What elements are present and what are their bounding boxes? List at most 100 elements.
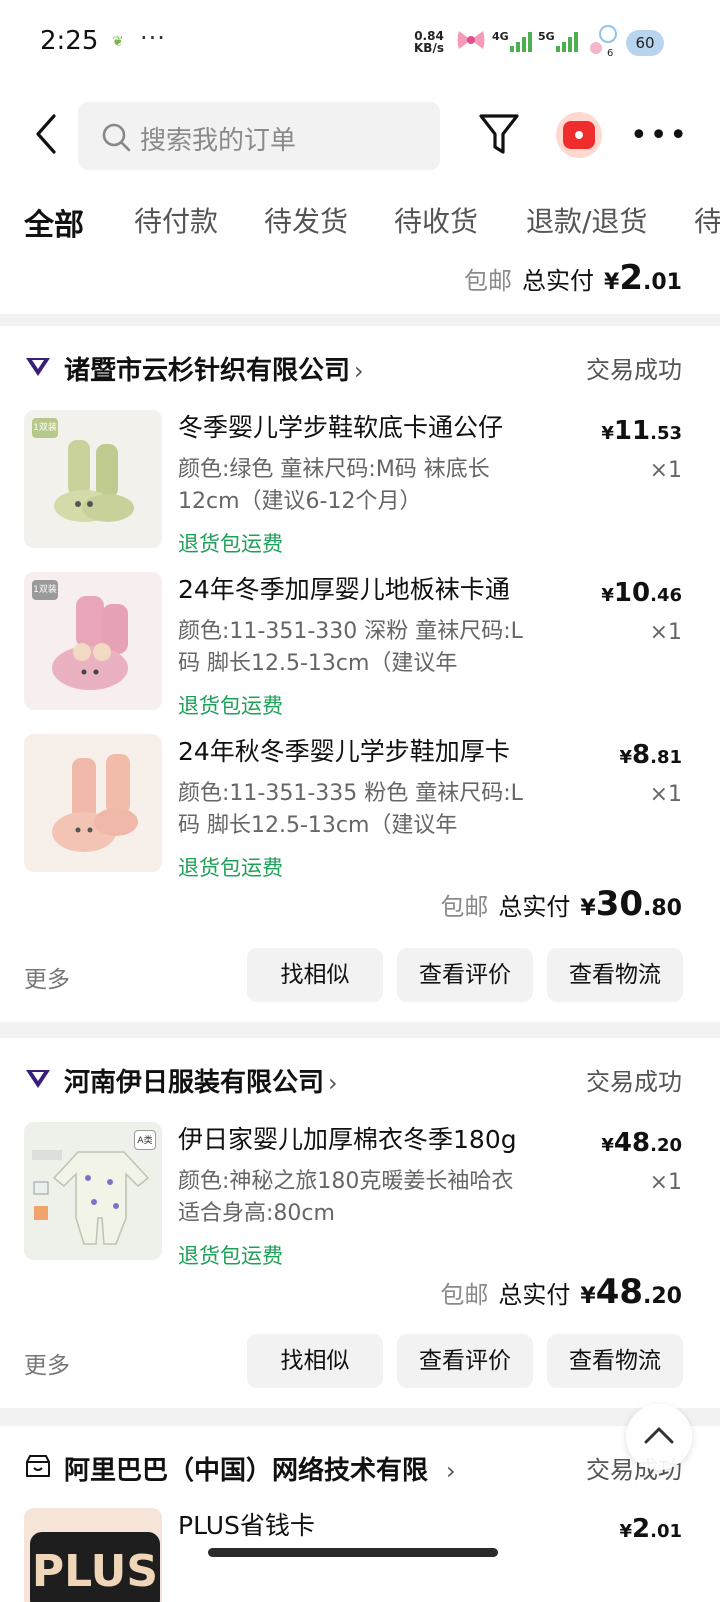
product-image: PLUS (24, 1508, 162, 1602)
notification-icon: 6 (590, 25, 617, 58)
order-tabs: 全部 待付款 待发货 待收货 退款/退货 待 (0, 184, 720, 254)
view-review-button[interactable]: 查看评价 (397, 948, 533, 1002)
order-card-previous: 包邮 总实付 ¥2.01 (0, 254, 720, 314)
more-icon[interactable]: ••• (630, 118, 689, 153)
order-item[interactable]: A类 伊日家婴儿加厚棉衣冬季180g 颜色:神秘之旅180克暖姜长袖哈衣 适合身… (24, 1122, 682, 1274)
product-spec: 颜色:神秘之旅180克暖姜长袖哈衣 适合身高:80cm (178, 1169, 514, 1226)
chevron-right-icon: › (446, 1457, 456, 1485)
product-spec: 颜色:绿色 童袜尺码:M码 袜底长12cm（建议6-12个月） (178, 457, 490, 514)
svg-text:4G: 4G (492, 30, 509, 43)
pack-tag: 1双装 (32, 580, 58, 600)
shipping-label: 包邮 (464, 267, 513, 295)
order-card: 阿里巴巴（中国）网络技术有限 › 交易成功 PLUS PLUS省钱卡 ¥2.01 (0, 1426, 720, 1602)
shop-name[interactable]: 诸暨市云杉针织有限公司 › (64, 350, 364, 387)
product-spec: 颜色:11-351-330 深粉 童袜尺码:L码 脚长12.5-13cm（建议年 (178, 619, 523, 676)
view-review-button[interactable]: 查看评价 (397, 1334, 533, 1388)
product-image: 1双装 (24, 410, 162, 548)
find-similar-button[interactable]: 找相似 (247, 948, 383, 1002)
tab-refund[interactable]: 退款/退货 (526, 200, 647, 240)
tab-next[interactable]: 待 (694, 200, 720, 240)
net-speed-unit: KB/s (414, 41, 444, 55)
product-title: 24年秋冬季婴儿学步鞋加厚卡 (178, 737, 510, 766)
more-link[interactable]: 更多 (24, 1346, 70, 1380)
return-shipping-badge: 退货包运费 (178, 694, 283, 718)
order-status: 交易成功 (586, 1068, 682, 1096)
total-amount: ¥48.20 (580, 1272, 682, 1312)
baby-shoe-image (52, 754, 138, 852)
grade-tag: A类 (134, 1130, 156, 1150)
find-similar-button[interactable]: 找相似 (247, 1334, 383, 1388)
more-notifications-icon: ··· (140, 24, 166, 52)
signal-4g-icon: 4G (492, 30, 532, 52)
order-item[interactable]: 1双装 冬季婴儿学步鞋软底卡通公仔 颜色:绿色 童袜尺码:M码 袜底长12cm（… (24, 410, 682, 562)
order-card: 诸暨市云杉针织有限公司 › 交易成功 1双装 冬季婴儿学步鞋软底卡通公仔 颜色:绿… (0, 326, 720, 1022)
product-image (24, 734, 162, 872)
view-logistics-button[interactable]: 查看物流 (547, 948, 683, 1002)
product-image: A类 (24, 1122, 162, 1260)
home-indicator[interactable] (208, 1548, 498, 1557)
product-title: PLUS省钱卡 (178, 1511, 315, 1540)
tab-all[interactable]: 全部 (24, 200, 84, 244)
network-speed: 0.84 KB/s (414, 30, 444, 54)
order-total: 包邮 总实付 ¥2.01 (464, 258, 682, 298)
view-logistics-button[interactable]: 查看物流 (547, 1334, 683, 1388)
order-total: 包邮 总实付 ¥48.20 (440, 1272, 682, 1312)
status-time: 2:25 (40, 26, 99, 56)
item-price: ¥11.53 (601, 416, 682, 446)
pack-tag: 1双装 (32, 418, 58, 438)
store-brand-icon (26, 358, 50, 376)
order-actions: 更多 找相似 查看评价 查看物流 (24, 948, 683, 1002)
plus-card-image: PLUS (30, 1532, 160, 1602)
more-link[interactable]: 更多 (24, 960, 70, 994)
item-quantity: ×1 (649, 1170, 682, 1195)
shop-name[interactable]: 阿里巴巴（中国）网络技术有限 › (64, 1450, 456, 1487)
product-title: 伊日家婴儿加厚棉衣冬季180g (178, 1125, 517, 1154)
filter-icon[interactable] (478, 112, 520, 158)
shop-row[interactable]: 河南伊日服装有限公司 › 交易成功 (24, 1058, 682, 1098)
item-quantity: ×1 (649, 782, 682, 807)
item-price: ¥10.46 (601, 578, 682, 608)
bow-icon (457, 31, 485, 49)
product-image: 1双装 (24, 572, 162, 710)
item-quantity: ×1 (649, 458, 682, 483)
search-icon (102, 123, 131, 152)
tab-pending-receipt[interactable]: 待收货 (394, 200, 478, 240)
store-icon (26, 1455, 50, 1477)
shipping-label: 包邮 (440, 1281, 489, 1309)
chevron-right-icon: › (328, 1069, 338, 1097)
leaf-icon: ❦ (112, 34, 124, 50)
status-bar: 2:25 ❦ ··· 0.84 KB/s 4G 5G 6 60 (0, 0, 720, 88)
shop-row[interactable]: 阿里巴巴（中国）网络技术有限 › 交易成功 (24, 1446, 682, 1486)
product-title: 24年冬季加厚婴儿地板袜卡通 (178, 575, 510, 604)
item-quantity: ×1 (649, 620, 682, 645)
order-status: 交易成功 (586, 356, 682, 384)
order-total: 包邮 总实付 ¥30.80 (440, 884, 682, 924)
tab-pending-payment[interactable]: 待付款 (134, 200, 218, 240)
shop-row[interactable]: 诸暨市云杉针织有限公司 › 交易成功 (24, 346, 682, 386)
search-input[interactable]: 搜索我的订单 (78, 102, 440, 170)
total-label: 总实付 (522, 267, 595, 295)
order-item[interactable]: 1双装 24年冬季加厚婴儿地板袜卡通 颜色:11-351-330 深粉 童袜尺码… (24, 572, 682, 724)
total-label: 总实付 (498, 893, 571, 921)
search-placeholder: 搜索我的订单 (140, 126, 297, 156)
order-item[interactable]: 24年秋冬季婴儿学步鞋加厚卡 颜色:11-351-335 粉色 童袜尺码:L码 … (24, 734, 682, 886)
battery-indicator: 60 (626, 30, 664, 56)
header: 搜索我的订单 ••• (0, 88, 720, 184)
return-shipping-badge: 退货包运费 (178, 532, 283, 556)
signal-5g-icon: 5G (538, 30, 578, 52)
product-title: 冬季婴儿学步鞋软底卡通公仔 (178, 413, 504, 442)
store-brand-icon (26, 1070, 50, 1088)
shop-name[interactable]: 河南伊日服装有限公司 › (64, 1062, 338, 1099)
tab-pending-shipment[interactable]: 待发货 (264, 200, 348, 240)
back-arrow-icon[interactable] (28, 110, 64, 158)
total-amount: ¥2.01 (604, 258, 682, 298)
order-actions: 更多 找相似 查看评价 查看物流 (24, 1334, 683, 1388)
scroll-to-top-button[interactable] (626, 1404, 692, 1470)
shipping-label: 包邮 (440, 893, 489, 921)
return-shipping-badge: 退货包运费 (178, 1244, 283, 1268)
item-price: ¥48.20 (601, 1128, 682, 1158)
red-packet-icon[interactable] (556, 112, 602, 158)
order-card: 河南伊日服装有限公司 › 交易成功 A类 伊日家婴儿加厚棉衣冬季180g 颜色:神… (0, 1038, 720, 1408)
svg-text:5G: 5G (538, 30, 555, 43)
product-spec: 颜色:11-351-335 粉色 童袜尺码:L码 脚长12.5-13cm（建议年 (178, 781, 523, 838)
